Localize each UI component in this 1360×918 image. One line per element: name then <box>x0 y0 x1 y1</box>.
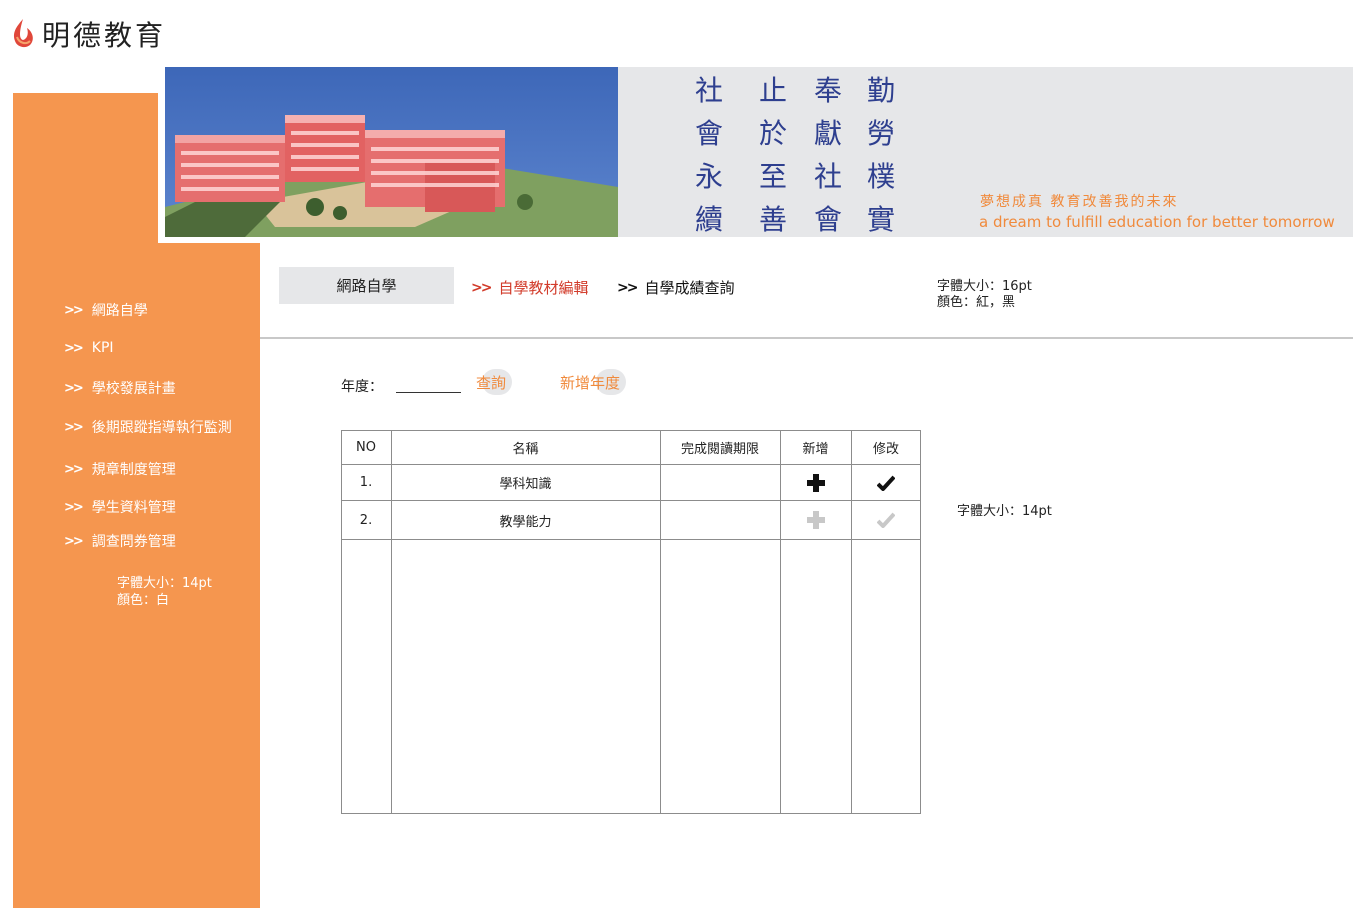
sidebar-style-note: 字體大小：14pt 顏色：白 <box>117 575 212 609</box>
edit-row-button-disabled[interactable] <box>851 501 921 539</box>
tab-note-size: 字體大小：16pt <box>937 279 1032 294</box>
edit-row-button[interactable] <box>851 465 921 500</box>
table-cell-deadline <box>660 501 780 539</box>
sidebar-item-label: KPI <box>91 340 114 356</box>
query-button[interactable]: 查詢 <box>476 369 513 395</box>
table-header-deadline: 完成閱讀期限 <box>680 442 759 457</box>
plus-icon <box>806 473 825 492</box>
table-cell-no: 1. <box>359 475 373 490</box>
plus-icon <box>806 511 825 529</box>
add-row-button-disabled[interactable] <box>780 501 851 539</box>
add-row-button[interactable] <box>780 465 851 500</box>
year-input[interactable] <box>396 375 461 393</box>
banner: 社會永續 止於至善 奉獻社會 勤勞樸實 夢想成真 教育改善我的未來 a drea… <box>165 67 1353 237</box>
double-chevron-icon: >> <box>617 279 639 296</box>
sidebar-item-regulations[interactable]: >> 規章制度管理 <box>64 459 176 479</box>
query-button-label: 查詢 <box>476 373 507 392</box>
tab-online-learning[interactable]: 網路自學 <box>279 267 454 304</box>
motto-column-2: 止於至善 <box>758 74 787 236</box>
divider <box>260 337 1353 339</box>
table-cell-no: 2. <box>359 512 373 528</box>
sidebar-item-monitoring[interactable]: >> 後期跟蹤指導執行監測 <box>64 417 232 437</box>
sidebar-item-school-plan[interactable]: >> 學校發展計畫 <box>64 378 176 398</box>
table-cell-name: 學科知識 <box>499 477 552 492</box>
logo: 明德教育 <box>10 12 166 56</box>
double-chevron-icon: >> <box>64 461 84 477</box>
check-icon <box>877 512 895 528</box>
add-year-button-label: 新增年度 <box>560 373 621 392</box>
double-chevron-icon: >> <box>64 380 84 396</box>
add-year-button[interactable]: 新增年度 <box>560 369 627 395</box>
table-style-note: 字體大小：14pt <box>957 504 1052 519</box>
sidebar-item-label: 後期跟蹤指導執行監測 <box>91 420 232 436</box>
double-chevron-icon: >> <box>64 419 84 435</box>
slogan-english: a dream to fulfill education for better … <box>979 213 1335 231</box>
tab-label: 自學教材編輯 <box>498 279 589 297</box>
double-chevron-icon: >> <box>64 340 84 356</box>
logo-text: 明德教育 <box>42 19 167 52</box>
motto-column-3: 奉獻社會 <box>813 74 842 236</box>
tab-score-query[interactable]: >> 自學成績查詢 <box>617 277 734 298</box>
sidebar-item-label: 調查問券管理 <box>91 534 176 550</box>
double-chevron-icon: >> <box>64 533 84 549</box>
sidebar-item-label: 規章制度管理 <box>91 462 176 478</box>
motto-column-4: 勤勞樸實 <box>866 74 895 236</box>
sidebar-item-online-learning[interactable]: >> 網路自學 <box>64 300 148 320</box>
flame-logo-icon <box>13 19 33 48</box>
tab-label: 自學成績查詢 <box>644 279 735 297</box>
year-label: 年度： <box>341 379 383 395</box>
sidebar-item-label: 網路自學 <box>91 303 148 319</box>
sidebar-item-student-records[interactable]: >> 學生資料管理 <box>64 497 176 517</box>
table-header-edit: 修改 <box>872 442 899 457</box>
sidebar-item-kpi[interactable]: >> KPI <box>64 340 114 356</box>
sidebar-item-surveys[interactable]: >> 調查問券管理 <box>64 531 176 551</box>
check-icon <box>877 475 895 491</box>
motto-column-1: 社會永續 <box>694 74 723 236</box>
double-chevron-icon: >> <box>64 302 84 318</box>
sidebar-note-size: 字體大小：14pt <box>117 576 212 591</box>
table-header-no: NO <box>356 440 376 455</box>
table-cell-deadline <box>660 465 780 500</box>
table-cell-name: 教學能力 <box>499 514 552 530</box>
sidebar-item-label: 學校發展計畫 <box>91 381 176 397</box>
sidebar-item-label: 學生資料管理 <box>91 500 176 516</box>
table-row-divider <box>341 539 921 540</box>
tab-style-note: 字體大小：16pt 顏色：紅，黑 <box>937 279 1032 311</box>
table-header-name: 名稱 <box>512 442 539 457</box>
tab-material-edit[interactable]: >> 自學教材編輯 <box>471 277 588 298</box>
double-chevron-icon: >> <box>64 499 84 515</box>
school-building-image <box>165 67 618 237</box>
sidebar-note-color: 顏色：白 <box>117 593 170 608</box>
slogan-chinese: 夢想成真 教育改善我的未來 <box>980 194 1179 210</box>
double-chevron-icon: >> <box>471 279 493 296</box>
table-header-add: 新增 <box>802 442 829 457</box>
tab-note-color: 顏色：紅，黑 <box>937 295 1016 310</box>
